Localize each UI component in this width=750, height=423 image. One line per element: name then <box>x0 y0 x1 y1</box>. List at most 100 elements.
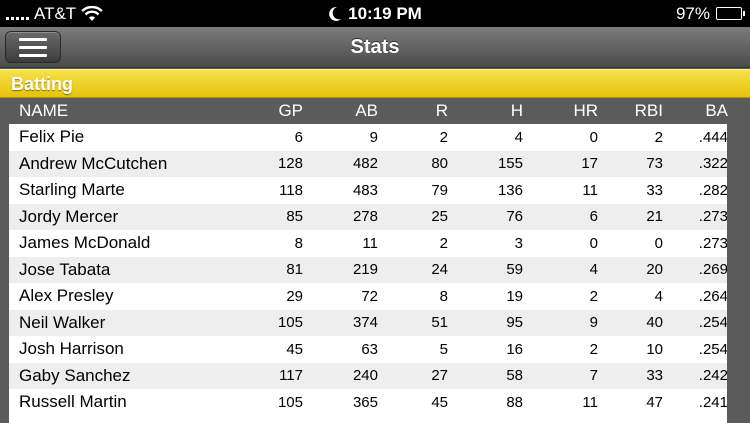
cell-h: 59 <box>506 261 523 279</box>
menu-button[interactable] <box>5 31 61 63</box>
cell-h: 88 <box>506 393 523 411</box>
cell-hr: 6 <box>589 208 598 226</box>
cell-ba: .269 <box>698 261 727 279</box>
status-right: 97% <box>676 4 745 24</box>
cell-r: 27 <box>431 367 448 385</box>
cell-ab: 11 <box>362 234 378 252</box>
cell-ba: .241 <box>698 393 727 411</box>
cell-r: 24 <box>431 261 448 279</box>
table-row[interactable]: Jose Tabata 81 219 24 59 4 20 .269 <box>9 256 727 283</box>
table-header: NAME GP AB R H HR RBI BA <box>0 98 750 124</box>
cell-rbi: 4 <box>654 287 663 305</box>
cell-hr: 4 <box>589 261 598 279</box>
cell-ab: 63 <box>361 340 378 358</box>
cell-ba: .242 <box>698 367 727 385</box>
cell-gp: 105 <box>277 393 303 411</box>
column-header-ab[interactable]: AB <box>355 98 378 124</box>
cell-r: 2 <box>439 128 448 146</box>
hamburger-icon-line <box>19 45 47 49</box>
cell-name: Neil Walker <box>19 312 106 332</box>
table-row[interactable]: Russell Martin 105 365 45 88 11 47 .241 <box>9 389 727 416</box>
column-header-hr[interactable]: HR <box>573 98 598 124</box>
cell-rbi: 10 <box>646 340 663 358</box>
table-row[interactable]: James McDonald 8 11 2 3 0 0 .273 <box>9 230 727 257</box>
cell-hr: 0 <box>589 128 598 146</box>
cell-ba: .254 <box>698 340 727 358</box>
cell-h: 16 <box>506 340 523 358</box>
cell-hr: 7 <box>589 367 598 385</box>
cell-name: Jose Tabata <box>19 259 111 279</box>
cell-rbi: 33 <box>646 367 663 385</box>
carrier-label: AT&T <box>34 3 77 23</box>
cell-gp: 6 <box>294 128 303 146</box>
cell-h: 136 <box>497 181 523 199</box>
cell-gp: 118 <box>279 181 303 199</box>
battery-icon <box>716 7 745 20</box>
cell-ab: 374 <box>352 314 378 332</box>
signal-icon <box>6 8 29 20</box>
cell-h: 76 <box>506 208 523 226</box>
cell-r: 51 <box>431 314 448 332</box>
hamburger-icon-line <box>19 37 47 41</box>
cell-gp: 117 <box>279 367 303 385</box>
cell-name: Russell Martin <box>19 392 127 412</box>
cell-r: 2 <box>439 234 448 252</box>
cell-hr: 2 <box>589 340 598 358</box>
cell-gp: 105 <box>277 314 303 332</box>
table-row[interactable]: Starling Marte 118 483 79 136 11 33 .282 <box>9 177 727 204</box>
cell-rbi: 73 <box>646 155 663 173</box>
stats-table[interactable]: Felix Pie 6 9 2 4 0 2.444 Andrew McCutchen 128 48… <box>9 124 727 423</box>
cell-gp: 128 <box>277 155 303 173</box>
cell-r: 79 <box>431 181 448 199</box>
cell-name: Starling Marte <box>19 180 125 200</box>
cell-name: Alex Presley <box>19 286 114 306</box>
column-header-name[interactable]: NAME <box>19 98 68 124</box>
cell-r: 8 <box>439 287 448 305</box>
cell-h: 4 <box>514 128 523 146</box>
stats-screen: AT&T 10:19 PM 97% Stats Batting NAME GP … <box>0 0 750 423</box>
cell-hr: 17 <box>581 155 598 173</box>
cell-rbi: 0 <box>654 234 663 252</box>
table-frame-left <box>0 124 9 423</box>
table-row[interactable]: Felix Pie 6 9 2 4 0 2 .444 <box>9 124 727 151</box>
cell-gp: 81 <box>286 261 303 279</box>
status-bar: AT&T 10:19 PM 97% <box>0 0 750 27</box>
cell-r: 45 <box>431 393 448 411</box>
cell-name: Andrew McCutchen <box>19 153 168 173</box>
wifi-icon <box>81 5 103 21</box>
cell-ba: .273 <box>698 208 727 226</box>
table-row[interactable]: Andrew McCutchen 128 482 80 155 17 73 .322 <box>9 150 727 177</box>
column-header-ba[interactable]: BA <box>705 98 728 124</box>
table-row[interactable]: Alex Presley 29 72 8 19 2 4 .264 <box>9 283 727 310</box>
cell-name: James McDonald <box>19 233 151 253</box>
cell-name: Gaby Sanchez <box>19 365 131 385</box>
table-row[interactable]: Josh Harrison 45 63 5 16 2 10 .254 <box>9 336 727 363</box>
cell-ab: 365 <box>352 393 378 411</box>
cell-ab: 219 <box>352 261 378 279</box>
moon-icon <box>329 6 342 21</box>
column-header-rbi[interactable]: RBI <box>635 98 663 124</box>
cell-name: Jordy Mercer <box>19 206 119 226</box>
column-header-h[interactable]: H <box>511 98 523 124</box>
cell-r: 80 <box>431 155 448 173</box>
cell-r: 5 <box>439 340 448 358</box>
cell-ab: 482 <box>352 155 378 173</box>
cell-name: Felix Pie <box>19 127 85 147</box>
cell-h: 58 <box>506 367 523 385</box>
column-header-r[interactable]: R <box>436 98 448 124</box>
cell-gp: 45 <box>286 340 303 358</box>
column-header-gp[interactable]: GP <box>278 98 303 124</box>
hamburger-icon-line <box>19 53 47 57</box>
cell-ba: .322 <box>698 155 727 173</box>
table-row[interactable]: Gaby Sanchez 117 240 27 58 7 33 .242 <box>9 362 727 389</box>
cell-rbi: 20 <box>646 261 663 279</box>
cell-ab: 9 <box>369 128 378 146</box>
table-row[interactable]: Jordy Mercer 85 278 25 76 6 21 .273 <box>9 203 727 230</box>
cell-hr: 2 <box>589 287 598 305</box>
cell-h: 155 <box>497 155 523 173</box>
cell-r: 25 <box>431 208 448 226</box>
cell-ab: 72 <box>361 287 378 305</box>
cell-gp: 8 <box>294 234 303 252</box>
cell-hr: 11 <box>582 181 598 199</box>
table-row[interactable]: Neil Walker 105 374 51 95 9 40 .254 <box>9 309 727 336</box>
